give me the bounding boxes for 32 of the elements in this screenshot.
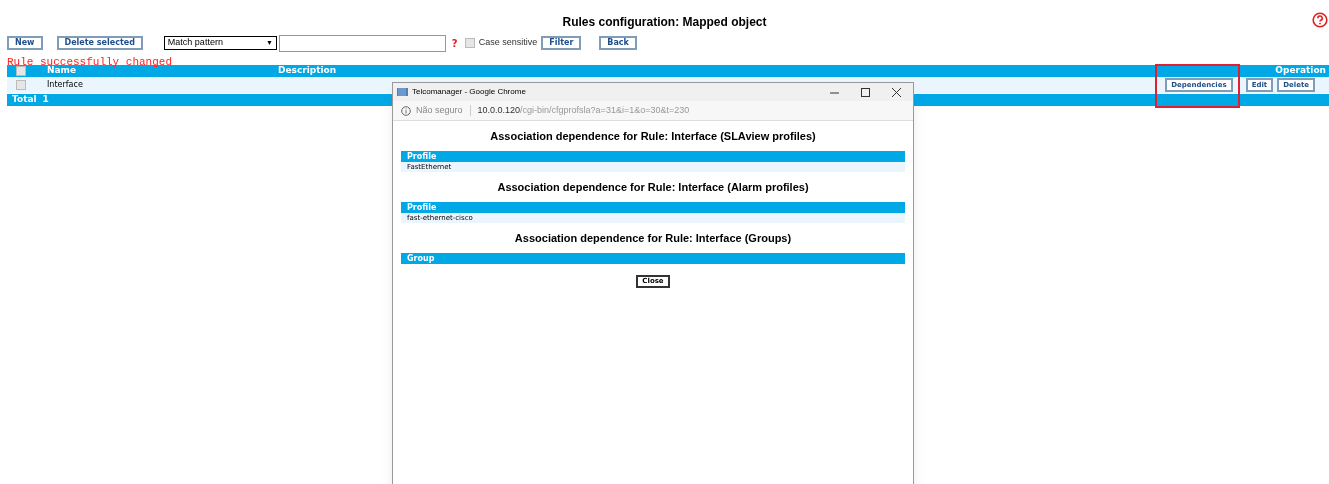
filter-field[interactable] bbox=[278, 34, 446, 52]
select-all-checkbox[interactable] bbox=[16, 66, 26, 76]
column-header: Profile bbox=[407, 150, 437, 163]
delete-selected-button[interactable]: Delete selected bbox=[56, 36, 143, 50]
url-text[interactable]: 10.0.0.120/cgi-bin/cfgprofsla?a=31&i=1&o=30&t=230 bbox=[477, 103, 690, 118]
app-icon bbox=[397, 88, 408, 96]
security-label: Não seguro bbox=[416, 103, 463, 117]
back-button[interactable]: Back bbox=[599, 36, 637, 50]
row-checkbox[interactable] bbox=[16, 80, 26, 90]
help-mark: ? bbox=[451, 36, 458, 51]
help-icon[interactable] bbox=[1312, 12, 1328, 28]
window-title: Telcomanager - Google Chrome bbox=[412, 86, 526, 98]
column-header: Operation bbox=[1275, 64, 1327, 78]
column-header: Group bbox=[407, 252, 435, 265]
section-title: Association dependence for Rule: Interface (Groups) bbox=[514, 230, 792, 246]
new-button[interactable]: New bbox=[7, 36, 43, 50]
case-sensitive-checkbox[interactable] bbox=[464, 38, 475, 48]
column-header: Description bbox=[278, 64, 337, 78]
page-title: Rules configuration: Mapped object bbox=[562, 14, 767, 31]
total-count: 1 bbox=[42, 93, 49, 107]
column-header: Profile bbox=[407, 201, 437, 214]
status-message: Rule successfully changed bbox=[7, 56, 173, 68]
maximize-icon[interactable] bbox=[861, 87, 870, 97]
case-sensitive-label: Case sensitive bbox=[478, 36, 538, 50]
close-icon[interactable] bbox=[892, 87, 901, 97]
column-header: Name bbox=[47, 65, 77, 78]
name-cell: Interface bbox=[47, 79, 83, 91]
total-label: Total bbox=[12, 93, 37, 107]
filter-button[interactable]: Filter bbox=[541, 36, 582, 50]
section-title: Association dependence for Rule: Interface (SLAview profiles) bbox=[490, 128, 816, 144]
info-icon[interactable] bbox=[401, 105, 411, 116]
section-title: Association dependence for Rule: Interface (Alarm profiles) bbox=[497, 179, 809, 195]
